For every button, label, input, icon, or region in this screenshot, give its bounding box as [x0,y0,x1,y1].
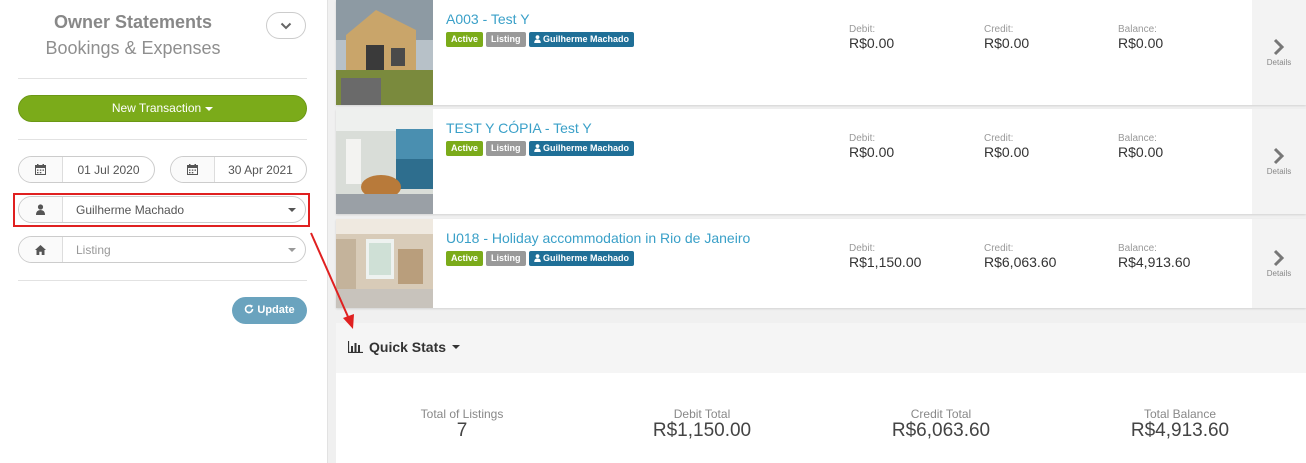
badge-group: Active Listing Guilherme Machado [446,251,635,266]
credit-metric: Credit: R$6,063.60 [984,243,1057,270]
divider [18,280,307,281]
user-icon [533,254,541,262]
caret-down-icon [205,106,214,111]
quick-stats-title: Quick Stats [369,339,447,355]
new-transaction-label: New Transaction [111,101,202,115]
balance-metric: Balance: R$0.00 [1118,24,1164,51]
listing-thumbnail[interactable] [336,219,433,308]
debit-metric: Debit: R$1,150.00 [849,243,922,270]
date-from-field[interactable]: 01 Jul 2020 [18,156,155,183]
listing-row: A003 - Test Y Active Listing Guilherme M… [336,0,1306,105]
debit-metric: Debit: R$0.00 [849,133,895,160]
refresh-icon [245,304,254,314]
balance-metric: Balance: R$0.00 [1118,133,1164,160]
stat-total-listings: Total of Listings 7 [420,407,504,441]
badge-group: Active Listing Guilherme Machado [446,32,635,47]
status-badge: Active [446,32,484,47]
listing-thumbnail[interactable] [336,0,433,105]
listing-title[interactable]: A003 - Test Y [446,11,530,27]
stat-debit-total: Debit Total R$1,150.00 [652,407,752,441]
stat-credit-total: Credit Total R$6,063.60 [891,407,991,441]
chevron-down-icon [280,22,292,29]
status-badge: Active [446,251,484,266]
owner-badge: Guilherme Machado [528,141,635,156]
dropdown-caret-icon [279,247,305,252]
details-button[interactable]: Details [1252,0,1306,105]
calendar-icon [171,157,215,182]
status-badge: Active [446,141,484,156]
date-from-value: 01 Jul 2020 [77,162,140,177]
sidebar-title: Owner Statements [53,12,213,32]
sidebar: Owner Statements Bookings & Expenses New… [0,0,328,463]
listing-row: U018 - Holiday accommodation in Rio de J… [336,219,1306,308]
details-button[interactable]: Details [1252,109,1306,214]
chevron-right-icon [1273,249,1285,267]
listing-select[interactable]: Listing [18,236,306,263]
listing-title[interactable]: TEST Y CÓPIA - Test Y [446,120,592,136]
new-transaction-button[interactable]: New Transaction [18,95,307,122]
debit-metric: Debit: R$0.00 [849,24,895,51]
badge-group: Active Listing Guilherme Machado [446,141,635,156]
caret-down-icon [452,345,461,349]
bar-chart-icon [348,341,363,353]
sidebar-subtitle: Bookings & Expenses [45,38,221,58]
credit-metric: Credit: R$0.00 [984,24,1030,51]
type-badge: Listing [486,251,526,266]
listing-thumbnail[interactable] [336,109,433,214]
owner-badge: Guilherme Machado [528,251,635,266]
update-label: Update [257,304,295,316]
credit-metric: Credit: R$0.00 [984,133,1030,160]
owner-badge: Guilherme Machado [528,32,635,47]
date-to-field[interactable]: 30 Apr 2021 [170,156,307,183]
quick-stats-header: Quick Stats [336,323,1306,373]
quick-stats-body: Total of Listings 7 Debit Total R$1,150.… [336,373,1306,463]
divider [18,139,307,140]
listing-row: TEST Y CÓPIA - Test Y Active Listing Gui… [336,109,1306,214]
update-button[interactable]: Update [232,297,307,324]
chevron-right-icon [1273,147,1285,165]
owner-select-highlight [13,193,310,227]
type-badge: Listing [486,32,526,47]
listing-title[interactable]: U018 - Holiday accommodation in Rio de J… [446,230,750,246]
quick-stats-toggle[interactable]: Quick Stats [348,339,461,355]
balance-metric: Balance: R$4,913.60 [1118,243,1191,270]
chevron-right-icon [1273,38,1285,56]
calendar-icon [19,157,63,182]
stat-total-balance: Total Balance R$4,913.60 [1130,407,1230,441]
type-badge: Listing [486,141,526,156]
divider [18,78,307,79]
listing-select-placeholder: Listing [76,242,111,257]
collapse-button[interactable] [266,12,306,39]
date-to-value: 30 Apr 2021 [228,162,293,177]
user-icon [533,144,541,152]
user-icon [533,35,541,43]
home-icon [19,237,63,262]
details-button[interactable]: Details [1252,219,1306,308]
